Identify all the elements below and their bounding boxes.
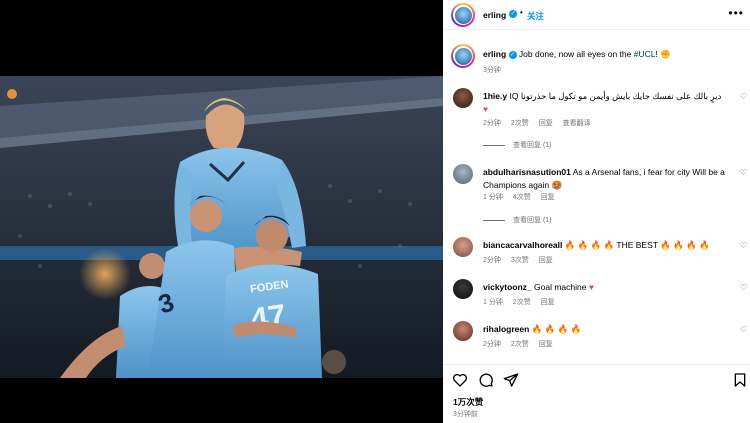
reply-button[interactable]: 回复 — [539, 120, 553, 127]
post-header: erling ✓ • 关注 ••• — [443, 0, 750, 30]
view-replies[interactable]: 查看回复 (1) — [483, 140, 552, 150]
bookmark-icon[interactable] — [732, 372, 748, 388]
comment-like-heart-icon[interactable]: ♡ — [740, 283, 747, 292]
more-options-icon[interactable]: ••• — [728, 6, 744, 20]
post-photo[interactable]: 3 FODEN 47 — [0, 76, 443, 378]
comment-username[interactable]: vickytoonz_ — [483, 282, 532, 292]
comment-username[interactable]: biancacarvalhoreall — [483, 240, 562, 250]
comment-like-heart-icon[interactable]: ♡ — [740, 325, 747, 334]
comment-meta: 1 分钟 2次赞 回复 — [483, 297, 563, 307]
comment-text: 1hie.y ديرٍ بالك على نفسك جايك بايش وأيم… — [483, 90, 728, 116]
reply-button[interactable]: 回复 — [541, 194, 555, 201]
comment-like-heart-icon[interactable]: ♡ — [740, 92, 747, 101]
comment-body: Goal machine — [534, 282, 587, 292]
comment-meta: 2分钟 2次赞 回复 查看翻译 — [483, 118, 599, 128]
comment-meta: 2分钟 2次赞 回复 — [483, 339, 561, 349]
red-heart-emoji: ♥ — [483, 104, 489, 114]
comment-username[interactable]: 1hie.y — [483, 91, 507, 101]
comments-list[interactable]: erling ✓ Job done, now all eyes on the #… — [443, 31, 750, 364]
comment-time: 1 分钟 — [483, 299, 503, 306]
pink-heart-emoji: ♥ — [588, 282, 594, 292]
fire-emoji: 🔥 🔥 🔥 🔥 — [564, 240, 615, 250]
reply-button[interactable]: 回复 — [539, 341, 553, 348]
post-media: 3 FODEN 47 — [0, 0, 443, 423]
comment-likes[interactable]: 4次赞 — [513, 194, 531, 201]
comment-item: vickytoonz_ Goal machine ♥ 1 分钟 2次赞 回复 ♡ — [443, 279, 750, 315]
comment-meta: 2分钟 3次赞 回复 — [483, 255, 561, 265]
verified-badge-icon: ✓ — [509, 10, 517, 18]
caption-avatar[interactable] — [451, 44, 475, 68]
commenter-avatar[interactable] — [453, 164, 473, 184]
comment-body: ديرٍ بالك على نفسك جايك بايش وأيمن مو تك… — [509, 91, 722, 101]
comment-item: 1hie.y ديرٍ بالك على نفسك جايك بايش وأيم… — [443, 88, 750, 150]
comment-like-heart-icon[interactable]: ♡ — [740, 168, 747, 177]
post-side-panel: erling ✓ • 关注 ••• erling ✓ Job done, now… — [443, 0, 750, 423]
commenter-avatar[interactable] — [453, 88, 473, 108]
view-replies-label[interactable]: 查看回复 (1) — [513, 217, 552, 224]
comment-time: 2分钟 — [483, 341, 501, 348]
replies-line — [483, 144, 505, 146]
commenter-avatar[interactable] — [453, 279, 473, 299]
comment-item: biancacarvalhoreall 🔥 🔥 🔥 🔥 THE BEST 🔥 🔥… — [443, 237, 750, 273]
post-caption: erling ✓ Job done, now all eyes on the #… — [443, 31, 750, 77]
comment-body: THE BEST — [616, 240, 658, 250]
comment-likes[interactable]: 2次赞 — [511, 120, 529, 127]
comment-text: rihalogreen 🔥 🔥 🔥 🔥 — [483, 323, 728, 336]
comment-username[interactable]: abdulharisnasution01 — [483, 167, 571, 177]
separator-dot: • — [520, 8, 523, 17]
reply-button[interactable]: 回复 — [539, 257, 553, 264]
instagram-post-viewer: 3 FODEN 47 erling ✓ • 关注 ••• erling ✓ Jo… — [0, 0, 750, 423]
translate-button[interactable]: 查看翻译 — [563, 120, 591, 127]
hashtag-link[interactable]: #UCL — [634, 49, 656, 59]
caption-body: Job done, now all eyes on the — [518, 49, 634, 59]
celebration-photo: 3 FODEN 47 — [0, 76, 443, 378]
comment-text: biancacarvalhoreall 🔥 🔥 🔥 🔥 THE BEST 🔥 🔥… — [483, 239, 728, 252]
follow-button[interactable]: 关注 — [527, 10, 544, 22]
caption-text: erling ✓ Job done, now all eyes on the #… — [483, 48, 733, 61]
comment-time: 2分钟 — [483, 257, 501, 264]
comment-time: 2分钟 — [483, 120, 501, 127]
heart-icon[interactable] — [452, 372, 468, 388]
fire-emoji: 🔥 🔥 🔥 🔥 — [660, 240, 710, 250]
replies-line — [483, 219, 505, 221]
comment-like-heart-icon[interactable]: ♡ — [740, 241, 747, 250]
comment-meta: 1 分钟 4次赞 回复 — [483, 192, 563, 202]
comment-text: abdulharisnasution01 As a Arsenal fans, … — [483, 166, 728, 192]
verified-badge-icon: ✓ — [508, 50, 517, 59]
comment-likes[interactable]: 2次赞 — [511, 341, 529, 348]
view-replies-label[interactable]: 查看回复 (1) — [513, 142, 552, 149]
reply-button[interactable]: 回复 — [541, 299, 555, 306]
comment-item: abdulharisnasution01 As a Arsenal fans, … — [443, 164, 750, 224]
author-username[interactable]: erling — [483, 10, 506, 20]
comment-username[interactable]: rihalogreen — [483, 324, 529, 334]
caption-end: ! ✊ — [655, 49, 671, 59]
caption-username[interactable]: erling — [483, 49, 506, 59]
comment-icon[interactable] — [478, 372, 494, 388]
commenter-avatar[interactable] — [453, 321, 473, 341]
post-time-ago: 3分钟前 — [453, 411, 478, 418]
send-icon[interactable] — [503, 372, 519, 388]
action-bar — [443, 364, 750, 394]
comment-likes[interactable]: 2次赞 — [513, 299, 531, 306]
author-avatar[interactable] — [451, 3, 475, 27]
like-count[interactable]: 1万次赞 — [453, 396, 483, 408]
fire-emoji: 🔥 🔥 🔥 🔥 — [531, 324, 582, 334]
commenter-avatar[interactable] — [453, 237, 473, 257]
view-replies[interactable]: 查看回复 (1) — [483, 215, 552, 225]
caption-time: 3分钟 — [483, 67, 501, 74]
comment-time: 1 分钟 — [483, 194, 503, 201]
comment-item: rihalogreen 🔥 🔥 🔥 🔥 2分钟 2次赞 回复 ♡ — [443, 321, 750, 357]
comment-likes[interactable]: 3次赞 — [511, 257, 529, 264]
comment-text: vickytoonz_ Goal machine ♥ — [483, 281, 728, 294]
hot-face-emoji: 🥵 — [551, 180, 563, 190]
